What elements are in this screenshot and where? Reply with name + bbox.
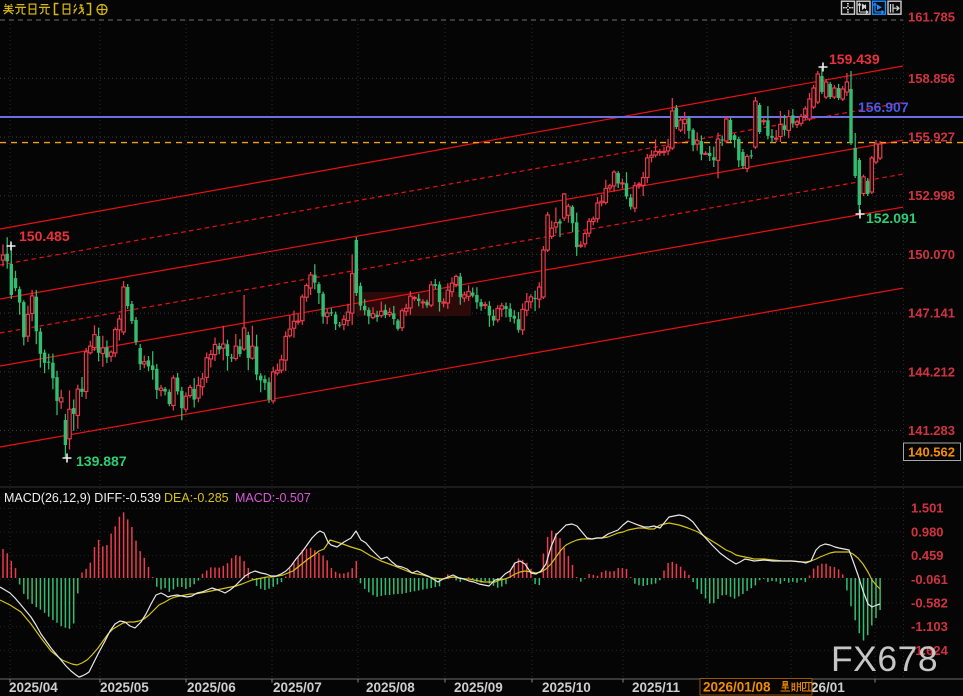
svg-text:-1.103: -1.103 (911, 619, 948, 634)
svg-text:150.485: 150.485 (19, 228, 70, 244)
svg-text:144.212: 144.212 (908, 364, 955, 379)
svg-text:-0.582: -0.582 (911, 596, 948, 611)
svg-text:141.283: 141.283 (908, 423, 955, 438)
svg-text:2025/04: 2025/04 (9, 680, 58, 695)
svg-text:139.887: 139.887 (76, 453, 127, 469)
svg-text:DEA:-0.285: DEA:-0.285 (164, 491, 229, 505)
svg-text:2025/10: 2025/10 (542, 680, 591, 695)
svg-text:0.980: 0.980 (911, 524, 944, 539)
svg-text:2025/08: 2025/08 (366, 680, 415, 695)
svg-text:FX678: FX678 (831, 639, 938, 679)
svg-text:147.141: 147.141 (908, 306, 955, 321)
svg-text:2026/01/08: 2026/01/08 (703, 680, 771, 695)
svg-text:150.070: 150.070 (908, 247, 955, 262)
svg-text:MACD(26,12,9) DIFF:-0.539: MACD(26,12,9) DIFF:-0.539 (4, 491, 161, 505)
svg-text:156.907: 156.907 (858, 99, 909, 115)
svg-text:155.927: 155.927 (908, 130, 955, 145)
svg-text:26/01: 26/01 (811, 680, 845, 695)
svg-text:140.562: 140.562 (908, 445, 955, 460)
svg-text:158.856: 158.856 (908, 71, 955, 86)
svg-text:2025/07: 2025/07 (273, 680, 322, 695)
svg-text:2025/09: 2025/09 (454, 680, 503, 695)
svg-text:2025/05: 2025/05 (100, 680, 149, 695)
svg-text:MACD:-0.507: MACD:-0.507 (235, 491, 311, 505)
svg-text:152.998: 152.998 (908, 188, 955, 203)
svg-text:161.785: 161.785 (908, 10, 955, 25)
svg-text:1.501: 1.501 (911, 501, 944, 516)
svg-text:-0.061: -0.061 (911, 572, 948, 587)
svg-text:0.459: 0.459 (911, 548, 944, 563)
svg-text:159.439: 159.439 (829, 51, 880, 67)
svg-text:152.091: 152.091 (866, 210, 917, 226)
svg-text:2025/11: 2025/11 (632, 680, 681, 695)
svg-text:2025/06: 2025/06 (187, 680, 236, 695)
